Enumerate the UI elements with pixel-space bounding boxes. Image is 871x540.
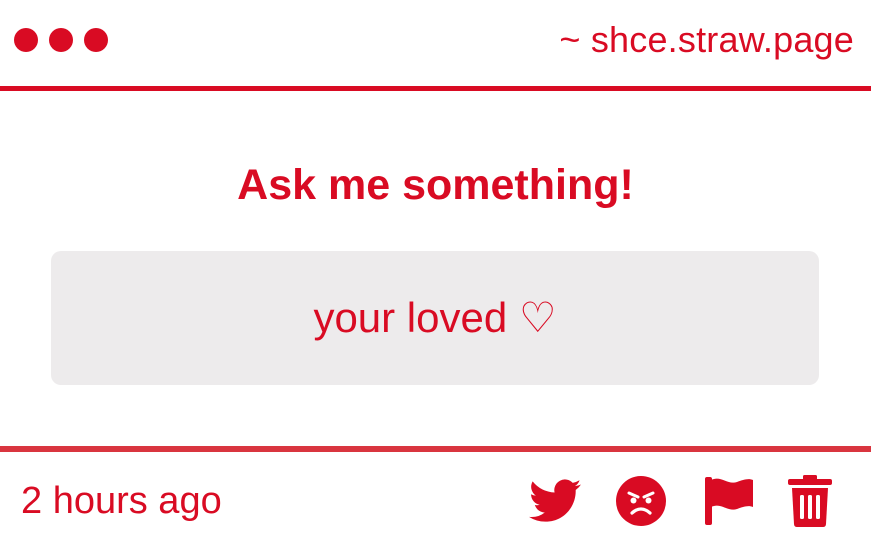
twitter-icon	[529, 479, 581, 523]
window-dot-3[interactable]	[84, 28, 108, 52]
action-bar	[0, 474, 871, 528]
window-dot-1[interactable]	[14, 28, 38, 52]
angry-face-icon	[616, 476, 666, 526]
window-dot-2[interactable]	[49, 28, 73, 52]
page-heading: Ask me something!	[237, 161, 634, 209]
answer-text: your loved ♡	[313, 294, 557, 341]
site-url[interactable]: ~ shce.straw.page	[559, 18, 854, 62]
window-titlebar: ~ shce.straw.page	[0, 0, 871, 91]
twitter-share-button[interactable]	[528, 474, 582, 528]
window-controls	[14, 28, 108, 52]
answer-box: your loved ♡	[51, 251, 819, 385]
footer-divider	[0, 446, 871, 452]
flag-icon	[703, 475, 755, 527]
delete-button[interactable]	[787, 474, 833, 528]
report-button[interactable]	[702, 474, 756, 528]
trash-icon	[788, 475, 832, 527]
react-angry-button[interactable]	[615, 474, 667, 528]
